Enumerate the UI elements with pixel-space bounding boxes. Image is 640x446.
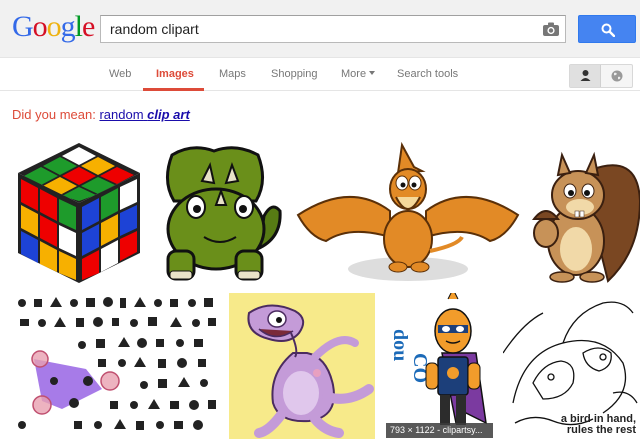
search-icon xyxy=(601,23,615,37)
logo-letter: l xyxy=(74,10,83,43)
personal-results-button[interactable] xyxy=(570,65,601,87)
image-result-bird-line-art[interactable]: a bird in hand, rules the rest xyxy=(503,293,640,439)
spelling-suggestion: Did you mean: random clip art xyxy=(12,107,190,122)
pterodactyl-image xyxy=(296,141,520,281)
rubiks-cube-image xyxy=(18,143,140,283)
logo-letter: G xyxy=(12,10,34,43)
suggestion-plain: random xyxy=(99,107,144,122)
superhero-image: dou CO xyxy=(386,293,493,439)
page: Google Web Images Maps Shopping More Sea… xyxy=(0,0,640,446)
logo-letter: g xyxy=(60,10,76,43)
safe-search-toggle xyxy=(569,64,633,88)
logo-letter: o xyxy=(46,10,62,43)
squirrel-image xyxy=(531,151,640,283)
logo-letter: o xyxy=(32,10,48,43)
bird-quote-line-2: rules the rest xyxy=(566,424,636,436)
globe-icon xyxy=(611,70,623,82)
image-result-rubiks-cube[interactable] xyxy=(12,141,146,285)
image-result-icon-collage[interactable] xyxy=(12,293,221,439)
search-tools-button[interactable]: Search tools xyxy=(397,68,458,80)
search-input[interactable] xyxy=(101,16,531,42)
google-logo[interactable]: Google xyxy=(12,10,95,44)
tab-web[interactable]: Web xyxy=(109,68,131,80)
image-result-pterodactyl[interactable] xyxy=(290,141,522,285)
logo-letter: e xyxy=(82,10,95,43)
suggestion-prefix: Did you mean: xyxy=(12,107,96,122)
image-hover-caption: 793 × 1122 - clipartsy... xyxy=(386,423,493,438)
bird-quote-overlay: a bird in hand, rules the rest xyxy=(561,414,636,436)
person-icon xyxy=(580,70,591,81)
image-result-superhero[interactable]: dou CO 793 × 1122 - clipartsy... xyxy=(386,293,493,439)
search-box xyxy=(100,15,566,43)
purple-dinosaur-image xyxy=(229,293,375,439)
suggestion-link[interactable]: random clip art xyxy=(99,107,189,122)
icon-collage-image xyxy=(12,293,221,439)
tab-images[interactable]: Images xyxy=(156,68,194,80)
tab-more[interactable]: More xyxy=(341,68,376,80)
global-results-button[interactable] xyxy=(601,65,632,87)
tab-more-label: More xyxy=(341,68,367,80)
image-dimensions-source: 793 × 1122 - clipartsy... xyxy=(390,425,483,435)
chevron-down-icon xyxy=(369,71,376,75)
search-nav: Web Images Maps Shopping More Search too… xyxy=(0,59,640,91)
svg-text:dou: dou xyxy=(389,329,411,361)
search-button[interactable] xyxy=(578,15,636,43)
triceratops-image xyxy=(166,146,282,281)
suggestion-bold: clip art xyxy=(147,107,190,122)
image-result-purple-dinosaur[interactable] xyxy=(229,293,375,439)
active-tab-indicator xyxy=(143,88,204,91)
tab-maps[interactable]: Maps xyxy=(219,68,246,80)
camera-icon[interactable] xyxy=(542,21,560,37)
header: Google xyxy=(0,0,640,58)
image-result-triceratops[interactable] xyxy=(152,141,284,285)
tab-shopping[interactable]: Shopping xyxy=(271,68,318,80)
image-result-squirrel[interactable] xyxy=(528,141,640,285)
